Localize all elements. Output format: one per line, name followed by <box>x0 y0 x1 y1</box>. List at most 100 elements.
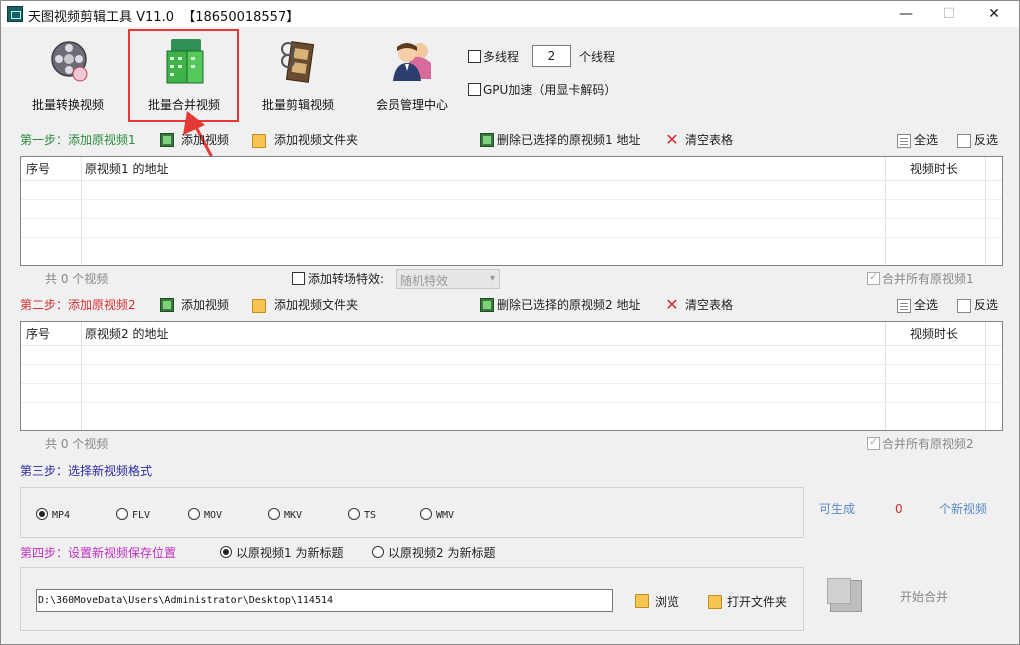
step2-add-folder-button[interactable]: 添加视频文件夹 <box>274 298 358 312</box>
batch-convert-label: 批量转换视频 <box>31 98 104 112</box>
transition-select[interactable]: 随机特效 ▾ <box>396 269 500 289</box>
maximize-button[interactable]: ☐ <box>926 1 972 27</box>
column-divider <box>985 157 986 265</box>
format-radio-mov[interactable] <box>188 508 200 520</box>
app-window: 天图视频剪辑工具 V11.0 【18650018557】 — ☐ ✕ 批量转换视… <box>0 0 1020 645</box>
step1-add-video-button[interactable]: 添加视频 <box>181 133 229 147</box>
step1-clear-button[interactable]: 清空表格 <box>685 133 733 147</box>
step2-add-video-button[interactable]: 添加视频 <box>181 298 229 312</box>
format-label: MP4 <box>52 510 71 521</box>
member-center-button[interactable]: 会员管理中心 <box>357 29 467 119</box>
open-folder-button[interactable]: 打开文件夹 <box>727 595 787 609</box>
select-all-icon <box>897 134 911 148</box>
step2-video-table[interactable]: 序号 原视频2 的地址 视频时长 <box>20 321 1003 431</box>
row-line <box>21 199 1002 200</box>
format-label: WMV <box>436 510 455 521</box>
transition-checkbox[interactable] <box>292 272 305 285</box>
save-path-value: D:\360MoveData\Users\Administrator\Deskt… <box>38 595 334 606</box>
row-line <box>21 383 1002 384</box>
start-merge-icon <box>827 578 862 612</box>
column-divider <box>885 322 886 430</box>
merge-all-1-checkbox[interactable] <box>867 270 880 285</box>
gpu-checkbox[interactable] <box>468 83 481 96</box>
multithread-checkbox[interactable] <box>468 50 481 63</box>
column-duration: 视频时长 <box>910 327 959 341</box>
batch-edit-button[interactable]: 批量剪辑视频 <box>243 29 353 119</box>
step1-video-table[interactable]: 序号 原视频1 的地址 视频时长 <box>20 156 1003 266</box>
merge-all-2-label: 合并所有原视频2 <box>882 437 974 451</box>
browse-button[interactable]: 浏览 <box>655 595 679 609</box>
invert-icon <box>957 134 971 148</box>
step1-title: 第一步：添加原视频1 <box>20 133 136 147</box>
step3-title: 第三步：选择新视频格式 <box>20 464 153 478</box>
step2-select-all-button[interactable]: 全选 <box>914 298 938 312</box>
column-index: 序号 <box>26 327 51 341</box>
members-icon <box>393 43 431 81</box>
film-strip-icon <box>281 41 315 83</box>
column-duration: 视频时长 <box>910 162 959 176</box>
can-generate-label: 可生成 <box>819 502 856 516</box>
step1-delete-button[interactable]: 删除已选择的原视频1 地址 <box>497 133 640 147</box>
save-path-input[interactable]: D:\360MoveData\Users\Administrator\Deskt… <box>36 589 613 612</box>
format-label: TS <box>364 510 377 521</box>
merge-all-2-checkbox[interactable] <box>867 435 880 450</box>
start-merge-button[interactable]: 开始合并 <box>900 590 948 604</box>
column-divider <box>885 157 886 265</box>
step2-delete-button[interactable]: 删除已选择的原视频2 地址 <box>497 298 640 312</box>
title-option-1-label: 以原视频1 为新标题 <box>236 546 344 560</box>
step2-title: 第二步：添加原视频2 <box>20 298 136 312</box>
step1-count: 共 0 个视频 <box>45 272 109 286</box>
open-folder-icon <box>708 595 722 609</box>
column-index: 序号 <box>26 162 51 176</box>
step1-invert-button[interactable]: 反选 <box>974 133 998 147</box>
step2-invert-button[interactable]: 反选 <box>974 298 998 312</box>
delete-film-icon <box>480 133 494 147</box>
merge-all-1-label: 合并所有原视频1 <box>882 272 974 286</box>
row-line <box>21 218 1002 219</box>
clear-x-icon: ✕ <box>665 130 679 149</box>
format-radio-wmv[interactable] <box>420 508 432 520</box>
thread-suffix-label: 个线程 <box>579 50 616 64</box>
window-title: 天图视频剪辑工具 V11.0 【18650018557】 <box>28 10 300 25</box>
close-button[interactable]: ✕ <box>971 1 1017 27</box>
select-all-icon <box>897 299 911 313</box>
transition-label: 添加转场特效: <box>308 272 385 286</box>
column-divider <box>81 322 82 430</box>
delete-film-icon <box>480 298 494 312</box>
highlight-box <box>128 29 239 122</box>
row-line <box>21 402 1002 403</box>
step1-add-folder-button[interactable]: 添加视频文件夹 <box>274 133 358 147</box>
column-divider <box>985 322 986 430</box>
format-radio-flv[interactable] <box>116 508 128 520</box>
title-option-2-label: 以原视频2 为新标题 <box>388 546 496 560</box>
format-label: FLV <box>132 510 151 521</box>
format-radio-ts[interactable] <box>348 508 360 520</box>
format-radio-mkv[interactable] <box>268 508 280 520</box>
title-option-2-radio[interactable] <box>372 546 384 558</box>
format-label: MOV <box>204 510 223 521</box>
app-icon <box>7 6 23 22</box>
clear-x-icon: ✕ <box>665 295 679 314</box>
step2-clear-button[interactable]: 清空表格 <box>685 298 733 312</box>
format-panel: MP4 FLV MOV MKV TS WMV <box>20 487 804 538</box>
format-radio-mp4[interactable] <box>36 508 48 520</box>
transition-value: 随机特效 <box>400 274 449 288</box>
add-video-icon <box>160 298 174 312</box>
multithread-label: 多线程 <box>483 50 520 64</box>
member-center-label: 会员管理中心 <box>375 98 448 112</box>
minimize-button[interactable]: — <box>883 1 929 27</box>
format-label: MKV <box>284 510 303 521</box>
title-option-1-radio[interactable] <box>220 546 232 558</box>
save-location-panel: D:\360MoveData\Users\Administrator\Deskt… <box>20 567 804 631</box>
folder-icon <box>252 134 266 148</box>
invert-icon <box>957 299 971 313</box>
chevron-down-icon: ▾ <box>489 273 495 284</box>
add-video-icon <box>160 133 174 147</box>
folder-icon <box>252 299 266 313</box>
batch-convert-button[interactable]: 批量转换视频 <box>13 29 123 119</box>
thread-count-input[interactable]: 2 <box>532 45 571 67</box>
step1-select-all-button[interactable]: 全选 <box>914 133 938 147</box>
column-divider <box>81 157 82 265</box>
step4-title: 第四步：设置新视频保存位置 <box>20 546 177 560</box>
title-bar: 天图视频剪辑工具 V11.0 【18650018557】 — ☐ ✕ <box>1 1 1019 27</box>
